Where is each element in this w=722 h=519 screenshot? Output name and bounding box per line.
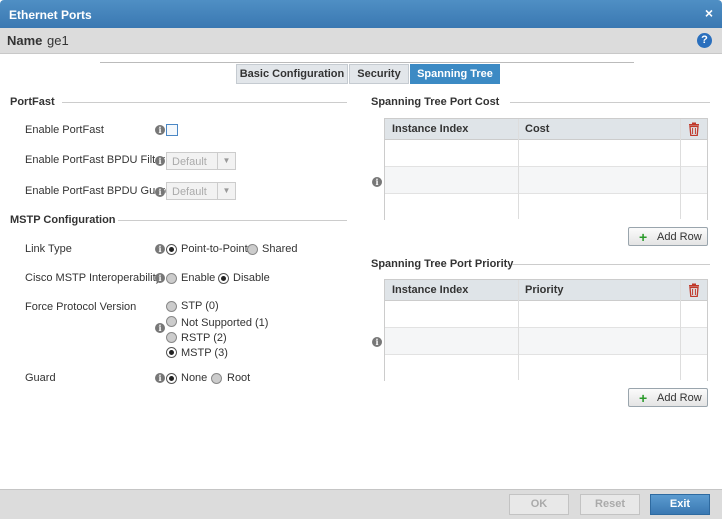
force-stp-radio[interactable] bbox=[166, 301, 177, 312]
force-stp-label: STP (0) bbox=[181, 300, 219, 312]
mstp-divider bbox=[118, 220, 347, 221]
tab-security[interactable]: Security bbox=[349, 64, 409, 84]
force-mstp-label: MSTP (3) bbox=[181, 347, 228, 359]
info-icon[interactable]: i bbox=[155, 323, 165, 333]
link-type-shared-radio[interactable] bbox=[247, 244, 258, 255]
plus-icon: + bbox=[639, 229, 648, 245]
info-icon[interactable]: i bbox=[372, 177, 382, 187]
force-protocol-label: Force Protocol Version bbox=[25, 301, 137, 313]
table-row[interactable] bbox=[385, 328, 707, 355]
trash-icon[interactable] bbox=[687, 122, 701, 136]
column-divider bbox=[680, 280, 681, 380]
column-divider bbox=[680, 119, 681, 219]
link-type-p2p-label: Point-to-Point bbox=[181, 243, 248, 255]
port-cost-divider bbox=[510, 102, 710, 103]
plus-icon: + bbox=[639, 390, 648, 406]
port-cost-col-cost[interactable]: Cost bbox=[525, 123, 549, 135]
bpdu-filter-value: Default bbox=[172, 156, 207, 168]
info-icon[interactable]: i bbox=[155, 187, 165, 197]
add-row-label: Add Row bbox=[657, 231, 702, 243]
port-priority-table-header: Instance Index Priority bbox=[385, 280, 707, 301]
port-priority-col-priority[interactable]: Priority bbox=[525, 284, 564, 296]
guard-root-label: Root bbox=[227, 372, 251, 384]
tab-basic-configuration[interactable]: Basic Configuration bbox=[236, 64, 348, 84]
dialog-footer: OK Reset Exit bbox=[0, 489, 722, 519]
name-value: ge1 bbox=[47, 33, 69, 48]
enable-portfast-checkbox[interactable] bbox=[166, 124, 178, 136]
bpdu-filter-label: Enable PortFast BPDU Filter bbox=[25, 154, 165, 166]
info-icon[interactable]: i bbox=[155, 156, 165, 166]
port-cost-table-header: Instance Index Cost bbox=[385, 119, 707, 140]
bpdu-guard-label: Enable PortFast BPDU Guard bbox=[25, 185, 172, 197]
table-row[interactable] bbox=[385, 301, 707, 328]
info-icon[interactable]: i bbox=[155, 125, 165, 135]
window-titlebar: Ethernet Ports × bbox=[0, 0, 722, 28]
enable-portfast-label: Enable PortFast bbox=[25, 124, 104, 136]
port-priority-divider bbox=[512, 264, 710, 265]
force-not-supported-label: Not Supported (1) bbox=[181, 317, 269, 329]
mstp-section-title: MSTP Configuration bbox=[10, 214, 116, 226]
add-row-label: Add Row bbox=[657, 392, 702, 404]
column-divider bbox=[518, 119, 519, 219]
port-cost-table: Instance Index Cost bbox=[384, 118, 708, 221]
exit-button[interactable]: Exit bbox=[650, 494, 710, 515]
ok-button[interactable]: OK bbox=[509, 494, 569, 515]
info-icon[interactable]: i bbox=[155, 373, 165, 383]
bpdu-guard-value: Default bbox=[172, 186, 207, 198]
cisco-enable-radio[interactable] bbox=[166, 273, 177, 284]
help-icon[interactable]: ? bbox=[697, 33, 712, 48]
chevron-down-icon: ▼ bbox=[217, 153, 235, 169]
info-icon[interactable]: i bbox=[372, 337, 382, 347]
force-not-supported-radio[interactable] bbox=[166, 316, 177, 327]
port-priority-add-row-button[interactable]: + Add Row bbox=[628, 388, 708, 407]
name-label: Name bbox=[7, 33, 43, 48]
table-row[interactable] bbox=[385, 140, 707, 167]
portfast-section-title: PortFast bbox=[10, 96, 55, 108]
bpdu-filter-select[interactable]: Default ▼ bbox=[166, 152, 236, 170]
table-row[interactable] bbox=[385, 167, 707, 194]
cisco-mstp-label: Cisco MSTP Interoperability bbox=[25, 272, 162, 284]
tab-spanning-tree[interactable]: Spanning Tree bbox=[410, 64, 500, 84]
link-type-p2p-radio[interactable] bbox=[166, 244, 177, 255]
cisco-disable-label: Disable bbox=[233, 272, 270, 284]
port-cost-section-title: Spanning Tree Port Cost bbox=[371, 96, 500, 108]
port-priority-table: Instance Index Priority bbox=[384, 279, 708, 382]
info-icon[interactable]: i bbox=[155, 244, 165, 254]
guard-label: Guard bbox=[25, 372, 56, 384]
port-priority-section-title: Spanning Tree Port Priority bbox=[371, 258, 514, 270]
port-priority-col-instance[interactable]: Instance Index bbox=[392, 284, 468, 296]
guard-none-label: None bbox=[181, 372, 208, 384]
force-mstp-radio[interactable] bbox=[166, 347, 177, 358]
reset-button[interactable]: Reset bbox=[580, 494, 640, 515]
table-row[interactable] bbox=[385, 355, 707, 382]
force-rstp-radio[interactable] bbox=[166, 332, 177, 343]
port-cost-col-instance[interactable]: Instance Index bbox=[392, 123, 468, 135]
cisco-enable-label: Enable bbox=[181, 272, 216, 284]
guard-none-radio[interactable] bbox=[166, 373, 177, 384]
window-title: Ethernet Ports bbox=[9, 8, 92, 22]
column-divider bbox=[518, 280, 519, 380]
portfast-divider bbox=[62, 102, 347, 103]
chevron-down-icon: ▼ bbox=[217, 183, 235, 199]
tab-divider bbox=[100, 62, 634, 63]
info-icon[interactable]: i bbox=[155, 273, 165, 283]
guard-root-radio[interactable] bbox=[211, 373, 222, 384]
table-row[interactable] bbox=[385, 194, 707, 221]
link-type-label: Link Type bbox=[25, 243, 72, 255]
port-cost-add-row-button[interactable]: + Add Row bbox=[628, 227, 708, 246]
trash-icon[interactable] bbox=[687, 283, 701, 297]
cisco-disable-radio[interactable] bbox=[218, 273, 229, 284]
close-icon[interactable]: × bbox=[705, 5, 713, 21]
bpdu-guard-select[interactable]: Default ▼ bbox=[166, 182, 236, 200]
name-bar: Name ge1 ? bbox=[0, 28, 722, 54]
force-rstp-label: RSTP (2) bbox=[181, 332, 227, 344]
link-type-shared-label: Shared bbox=[262, 243, 298, 255]
